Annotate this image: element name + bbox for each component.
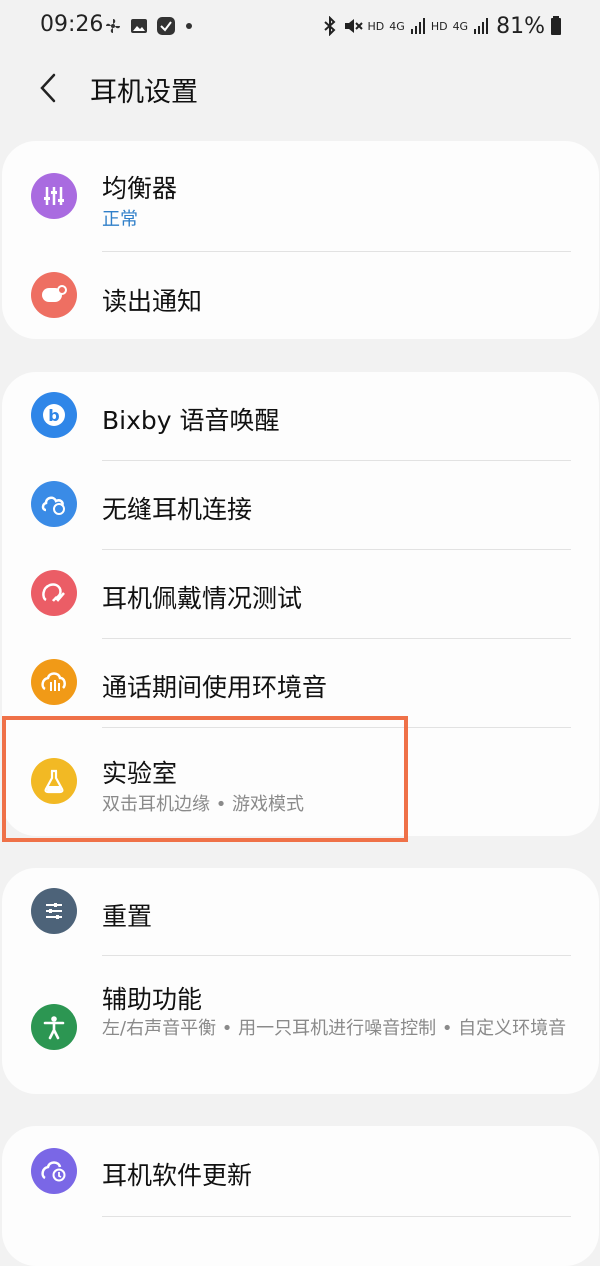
fan-icon	[106, 19, 120, 33]
card-general: 重置 辅助功能 左/右声音平衡 • 用一只耳机进行噪音控制 • 自定义环境音	[2, 868, 599, 1094]
reset-title: 重置	[102, 902, 153, 931]
fit-test-icon	[31, 570, 77, 616]
reset-row[interactable]: 重置	[2, 868, 599, 955]
eq-title: 均衡器	[102, 174, 178, 203]
update-title: 耳机软件更新	[102, 1161, 253, 1190]
card-features: b Bixby 语音唤醒 无缝耳机连接 耳机佩戴情况测试 通话期间使用环境音 实…	[2, 372, 599, 836]
accessibility-subtitle: 左/右声音平衡 • 用一只耳机进行噪音控制 • 自定义环境音	[102, 1018, 567, 1039]
status-right-icons: HD 4G HD 4G 81%	[322, 12, 562, 40]
accessibility-icon	[31, 1004, 77, 1050]
gallery-icon	[131, 19, 147, 33]
signal-icon	[410, 18, 425, 34]
svg-text:b: b	[48, 406, 59, 425]
software-update-icon	[31, 1148, 77, 1194]
seamless-row[interactable]: 无缝耳机连接	[2, 461, 599, 549]
accessibility-title: 辅助功能	[102, 985, 203, 1014]
notification-icon	[31, 272, 77, 318]
app-header: 耳机设置	[0, 52, 600, 136]
bixby-icon: b	[31, 392, 77, 438]
fit-test-title: 耳机佩戴情况测试	[102, 584, 303, 613]
reset-icon	[31, 888, 77, 934]
signal-icon-2	[474, 18, 489, 34]
bixby-row[interactable]: b Bixby 语音唤醒	[2, 372, 599, 460]
eq-subtitle: 正常	[102, 209, 138, 230]
network-label: 4G	[389, 19, 405, 33]
status-left-icons	[104, 14, 194, 38]
ambient-row[interactable]: 通话期间使用环境音	[2, 639, 599, 727]
labs-title: 实验室	[102, 759, 178, 788]
divider	[102, 1216, 571, 1217]
eq-row[interactable]: 均衡器 正常	[2, 141, 599, 251]
hd-label: HD	[367, 19, 385, 33]
check-app-icon	[157, 17, 175, 35]
bixby-title: Bixby 语音唤醒	[102, 406, 280, 435]
status-time: 09:26	[40, 12, 104, 37]
card-sound: 均衡器 正常 读出通知	[2, 141, 599, 339]
ambient-sound-icon	[31, 659, 77, 705]
seamless-title: 无缝耳机连接	[102, 495, 253, 524]
labs-row[interactable]: 实验室 双击耳机边缘 • 游戏模式	[2, 728, 599, 836]
battery-icon	[551, 16, 561, 35]
mute-icon	[344, 19, 363, 33]
seamless-connection-icon	[31, 481, 77, 527]
bluetooth-icon	[323, 16, 335, 36]
labs-subtitle: 双击耳机边缘 • 游戏模式	[102, 794, 305, 815]
labs-flask-icon	[31, 758, 77, 804]
page-title: 耳机设置	[90, 77, 198, 108]
update-row[interactable]: 耳机软件更新	[2, 1126, 599, 1216]
hd-label-2: HD	[430, 19, 448, 33]
fit-test-row[interactable]: 耳机佩戴情况测试	[2, 550, 599, 638]
back-button[interactable]	[26, 66, 70, 110]
equalizer-icon	[31, 173, 77, 219]
ambient-title: 通话期间使用环境音	[102, 673, 328, 702]
back-arrow-icon	[40, 73, 56, 103]
read-notify-row[interactable]: 读出通知	[2, 252, 599, 339]
card-update: 耳机软件更新	[2, 1126, 599, 1266]
status-bar: 09:26 HD 4G HD 4G 81%	[0, 0, 600, 52]
dot-icon	[186, 23, 192, 29]
network-label-2: 4G	[452, 19, 469, 33]
battery-percent: 81%	[496, 13, 545, 39]
read-notify-title: 读出通知	[102, 287, 203, 316]
accessibility-row[interactable]: 辅助功能 左/右声音平衡 • 用一只耳机进行噪音控制 • 自定义环境音	[2, 956, 599, 1094]
